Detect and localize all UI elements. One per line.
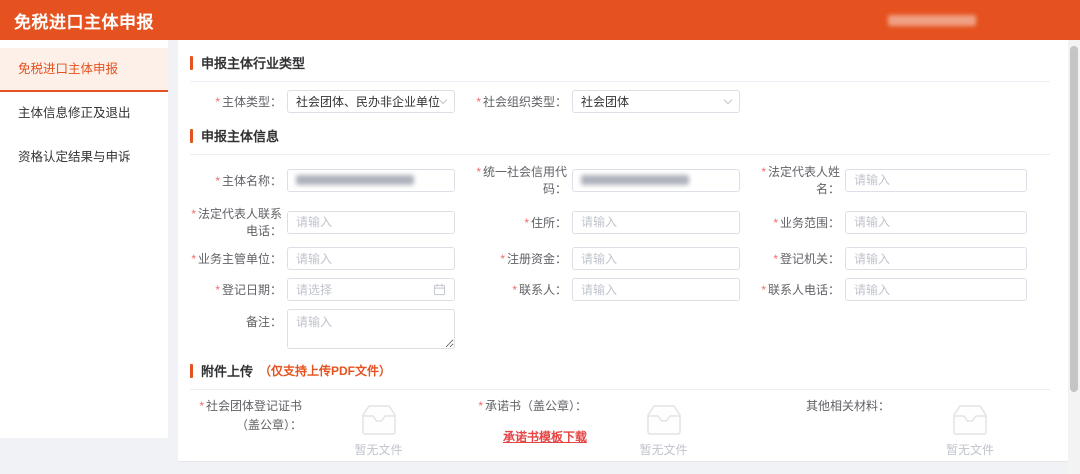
page-title: 免税进口主体申报 [14,12,154,32]
legal-rep-name-input[interactable] [845,168,1027,192]
sidebar: 免税进口主体申报 主体信息修正及退出 资格认定结果与申诉 [0,40,168,438]
field-remark: 备注： [190,309,455,349]
upload-registration-cert: 社会团体登记证书（盖公章）： 暂无文件 上传文件 删除文件 [190,395,455,461]
registration-date-picker[interactable]: 请选择 [287,278,455,301]
registered-capital-input[interactable] [572,247,740,270]
business-scope-input[interactable] [845,210,1027,234]
field-legal-rep-name: 法定代表人姓名： [740,163,1050,197]
field-registration-authority: 登记机关： [740,247,1050,270]
sidebar-item-modify-exit[interactable]: 主体信息修正及退出 [0,92,168,136]
divider [190,389,1050,390]
vertical-scrollbar[interactable] [1068,40,1080,474]
field-contact-person: 联系人： [455,278,740,301]
address-input[interactable] [572,210,740,234]
remark-textarea[interactable] [287,309,455,349]
field-social-org-type: 社会组织类型： 社会团体 [455,90,740,113]
empty-box-icon [646,405,681,435]
divider [190,154,1050,155]
upload-commitment-letter: 承诺书（盖公章）： 承诺书模板下载 暂无文件 上传文件 删除文件 [455,395,740,461]
credit-code-input[interactable] [572,168,740,192]
redacted-value [296,175,414,185]
registration-authority-input[interactable] [845,247,1027,270]
redacted-value [581,175,689,185]
empty-box-icon [953,405,987,435]
upload-other-materials: 其他相关材料： 暂无文件 上传文件 删除文件 [740,395,1050,461]
section-bar-icon [190,55,193,70]
entity-name-input[interactable] [287,168,455,192]
section-bar-icon [190,363,193,378]
no-file-text: 暂无文件 [354,443,403,457]
no-file-text: 暂无文件 [945,443,994,457]
empty-box-icon [361,405,396,435]
entity-type-select[interactable]: 社会团体、民办非企业单位 [287,90,455,113]
sidebar-item-result-appeal[interactable]: 资格认定结果与申诉 [0,136,168,180]
field-contact-phone: 联系人电话： [740,278,1050,301]
app-header: 免税进口主体申报 [0,0,1080,40]
field-registration-date: 登记日期： 请选择 [190,278,455,301]
section-entity-info-title: 申报主体信息 [190,126,1050,145]
field-registered-capital: 注册资金： [455,247,740,270]
field-business-scope: 业务范围： [740,205,1050,239]
contact-person-input[interactable] [572,278,740,301]
pdf-only-note: （仅支持上传PDF文件） [259,364,392,378]
contact-phone-input[interactable] [845,278,1027,301]
account-redacted-badge [888,14,976,26]
section-attachment-title: 附件上传 （仅支持上传PDF文件） [190,361,1050,380]
supervisor-unit-input[interactable] [287,247,455,270]
chevron-down-icon [438,95,448,105]
social-org-type-select[interactable]: 社会团体 [572,90,740,113]
chevron-down-icon [723,95,733,105]
section-industry-type-title: 申报主体行业类型 [190,53,1050,72]
field-entity-type: 主体类型： 社会团体、民办非企业单位 [190,90,455,113]
section-bar-icon [190,128,193,143]
field-legal-rep-phone: 法定代表人联系电话： [190,205,455,239]
sidebar-item-duty-free-declare[interactable]: 免税进口主体申报 [0,48,168,92]
field-credit-code: 统一社会信用代码： [455,163,740,197]
no-file-text: 暂无文件 [639,443,688,457]
main-panel: 申报主体行业类型 主体类型： 社会团体、民办非企业单位 社会组织类型： 社会团体 [178,40,1068,462]
scrollbar-thumb[interactable] [1070,46,1078,392]
commitment-template-download-link[interactable]: 承诺书模板下载 [503,428,587,447]
calendar-icon [433,283,446,296]
field-entity-name: 主体名称： [190,163,455,197]
field-supervisor-unit: 业务主管单位： [190,247,455,270]
legal-rep-phone-input[interactable] [287,210,455,234]
divider [190,81,1050,82]
field-address: 住所： [455,205,740,239]
